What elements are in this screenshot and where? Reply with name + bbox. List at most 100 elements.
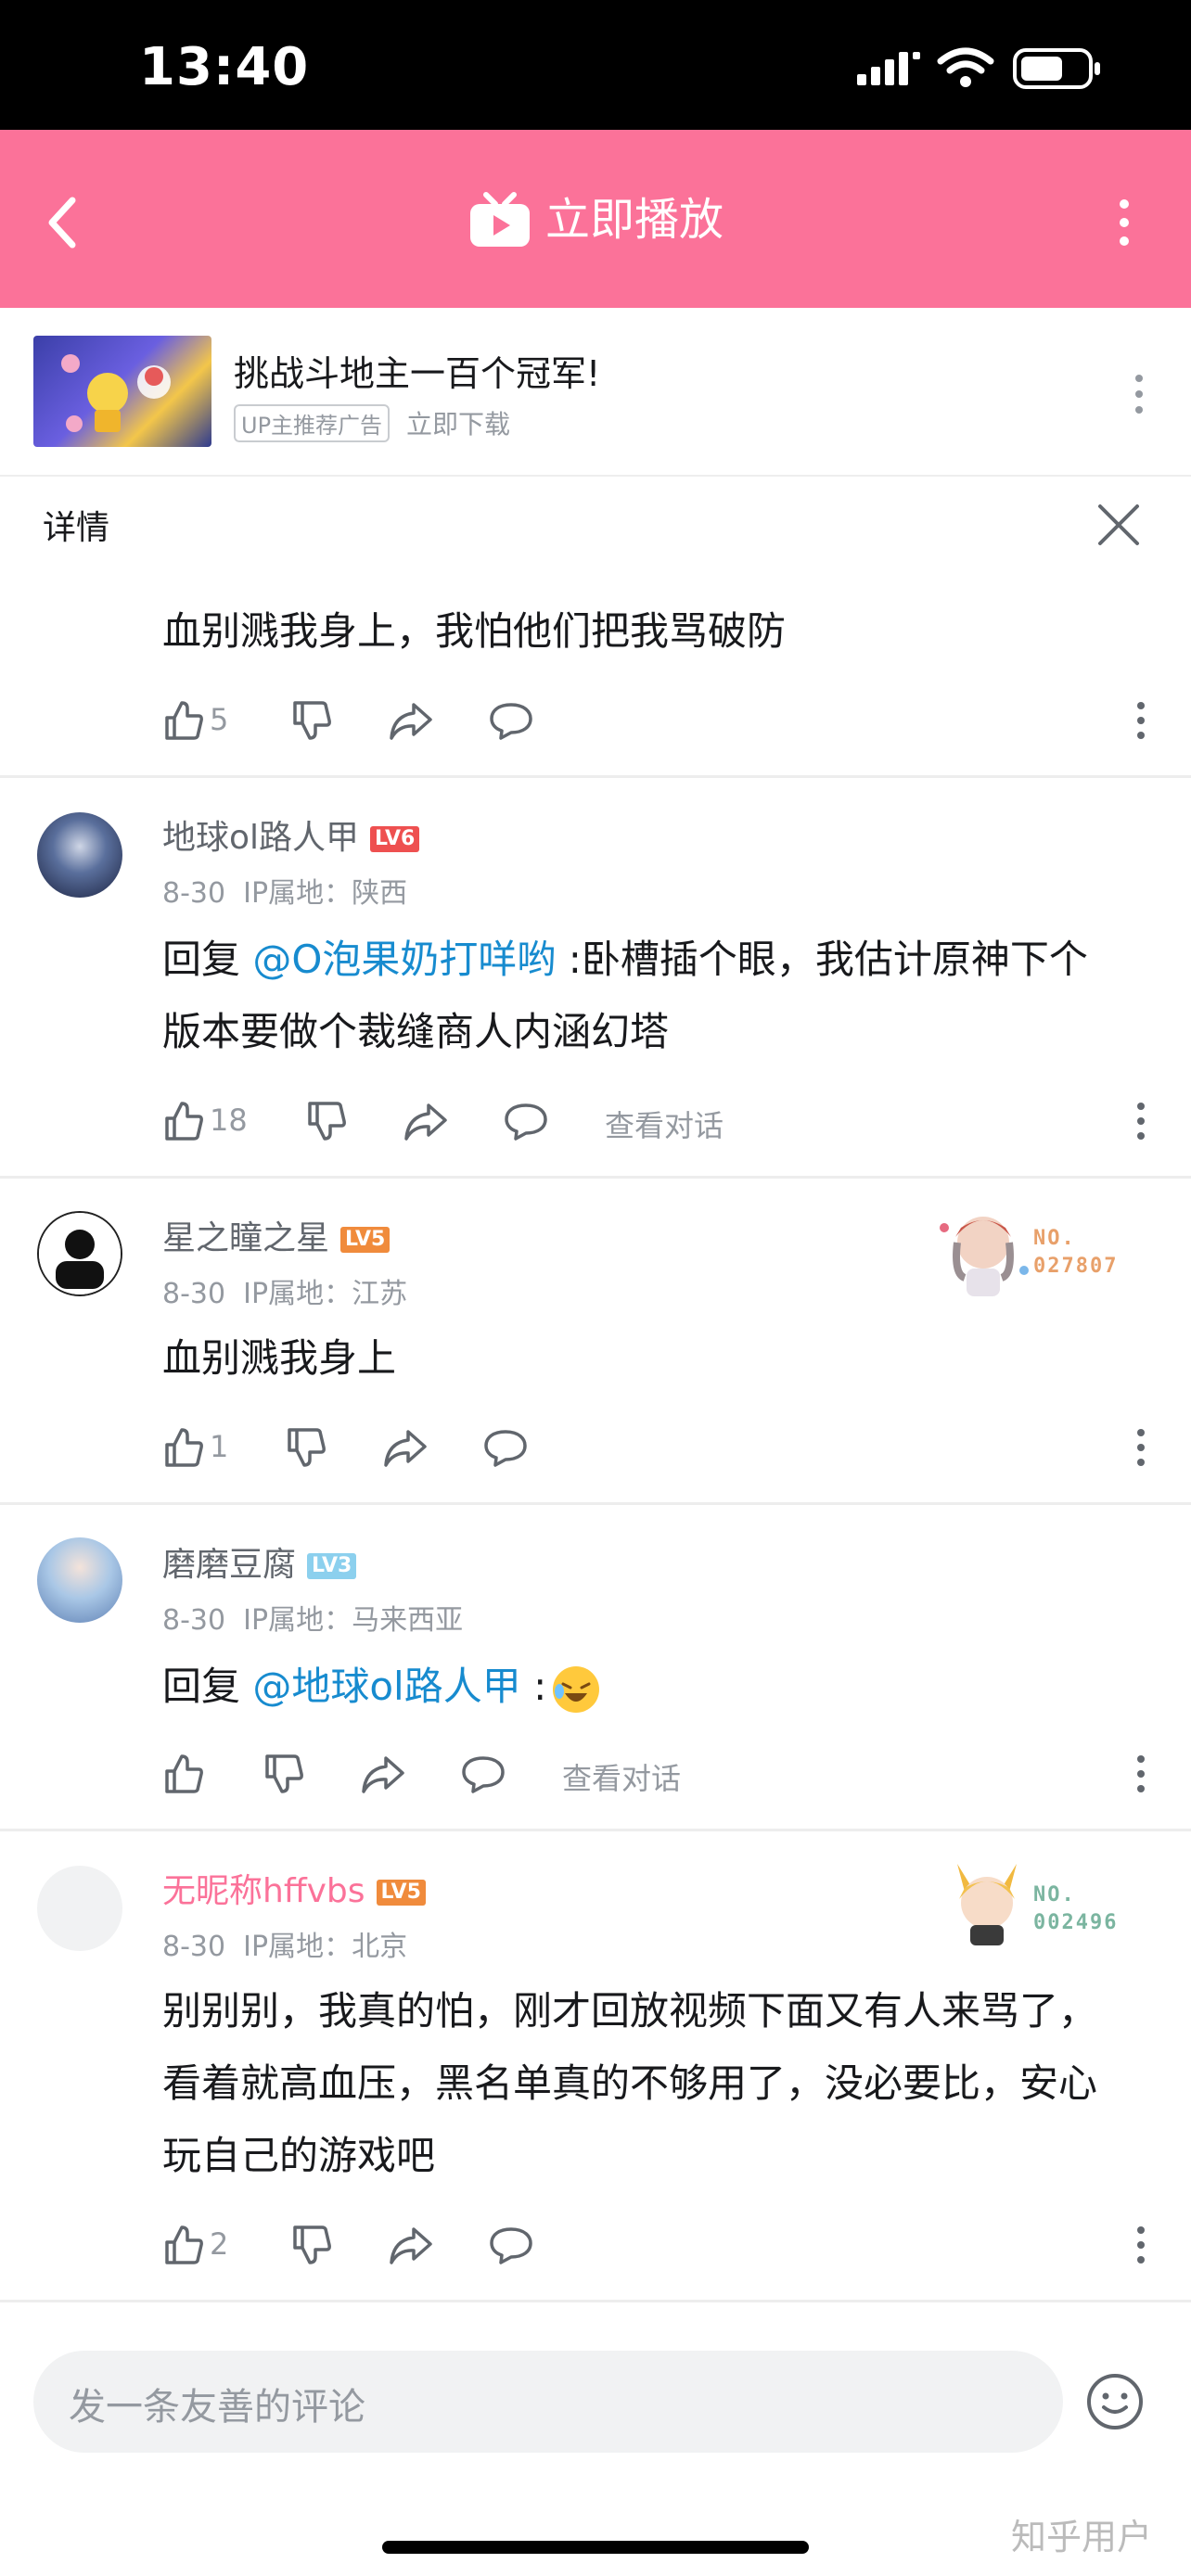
dislike-icon[interactable] [289,2224,332,2266]
avatar[interactable] [37,1211,122,1296]
comment-ip: IP属地：马来西亚 [243,1604,464,1637]
reply-prefix: 回复 [162,1664,253,1709]
dislike-icon[interactable] [284,1426,327,1469]
fan-badge: NO. 002496 [941,1855,1154,1957]
username[interactable]: 无昵称hffvbs LV5 [162,1864,426,1912]
home-indicator [382,2541,809,2554]
comment-actions: 5 [0,686,1191,751]
avatar[interactable] [37,1866,122,1951]
reply-icon[interactable] [503,1100,549,1142]
username-text: 地球ol路人甲 [162,819,360,857]
ad-thumbnail [33,336,211,447]
ad-download-link[interactable]: 立即下载 [406,404,510,441]
emoji-icon[interactable] [1085,2372,1145,2431]
dislike-icon[interactable] [304,1100,347,1142]
reply-icon[interactable] [460,1753,506,1795]
comment-date: 8-30 [162,1931,226,1963]
share-icon[interactable] [388,699,434,742]
divider [0,2300,1191,2302]
avatar[interactable] [37,812,122,898]
like-icon[interactable] [161,1426,204,1469]
tv-play-icon [469,192,530,247]
more-vertical-icon[interactable] [1133,1428,1148,1467]
comment-ip: IP属地：江苏 [243,1278,408,1310]
level-badge: LV5 [340,1227,391,1253]
view-conversation-link[interactable]: 查看对话 [605,1103,724,1145]
ad-banner[interactable]: 挑战斗地主一百个冠军! UP主推荐广告 立即下载 [0,308,1191,477]
reply-icon[interactable] [488,699,534,742]
comment-actions: 1 [0,1413,1191,1478]
status-time: 13:40 [139,37,310,97]
play-now-button[interactable]: 立即播放 [0,187,1191,249]
username-text: 无昵称hffvbs [162,1872,365,1910]
share-icon[interactable] [382,1426,429,1469]
comment-meta: 8-30 IP属地：江苏 [162,1270,407,1311]
comment-text: 血别溅我身上，我怕他们把我骂破防 [162,608,787,654]
cellular-signal-icon [857,52,920,85]
more-vertical-icon[interactable] [1113,197,1135,249]
comment-text: 血别溅我身上 [162,1335,397,1381]
reply-icon[interactable] [488,2224,534,2266]
more-vertical-icon[interactable] [1133,1102,1148,1141]
like-icon[interactable] [161,2224,204,2266]
comment-text: 回复 @地球ol路人甲 : [162,1651,1099,1723]
comment-date: 8-30 [162,877,226,910]
battery-icon [1013,48,1100,89]
ad-title: 挑战斗地主一百个冠军! [234,353,601,394]
like-icon[interactable] [161,1100,204,1142]
more-vertical-icon[interactable] [1132,373,1146,415]
comment-text: 别别别，我真的怕，刚才回放视频下面又有人来骂了，看着就高血压，黑名单真的不够用了… [162,1988,1098,2178]
like-count: 2 [210,2226,229,2262]
page-title: 立即播放 [544,194,724,246]
share-icon[interactable] [388,2224,434,2266]
anime-character-icon [957,1864,1017,1945]
divider [0,1176,1191,1179]
level-badge: LV5 [376,1880,426,1906]
status-bar: 13:40 [0,0,1191,130]
like-icon[interactable] [161,699,204,742]
laughing-emoji-icon [553,1665,600,1713]
divider [0,1829,1191,1831]
comment-actions: 18 查看对话 [0,1087,1191,1152]
view-conversation-link[interactable]: 查看对话 [562,1755,681,1798]
level-badge: LV3 [307,1553,357,1579]
comment-meta: 8-30 IP属地：马来西亚 [162,1597,463,1638]
comment-date: 8-30 [162,1604,226,1637]
comment-ip: IP属地：陕西 [243,877,408,910]
top-nav-bar: 立即播放 [0,130,1191,308]
like-count: 5 [210,702,229,737]
reply-prefix: 回复 [162,937,253,982]
username-text: 星之瞳之星 [162,1219,330,1257]
badge-number: 002496 [1033,1911,1119,1934]
details-label: 详情 [43,509,110,547]
comment-meta: 8-30 IP属地：北京 [162,1923,407,1964]
comment-ip: IP属地：北京 [243,1931,408,1963]
level-badge: LV6 [370,826,420,852]
wifi-icon [937,47,994,87]
reply-mention-link[interactable]: @O泡果奶打咩哟 [252,937,556,982]
dislike-icon[interactable] [289,699,332,742]
like-count: 18 [210,1103,248,1138]
share-icon[interactable] [403,1100,449,1142]
more-vertical-icon[interactable] [1133,1754,1148,1793]
username[interactable]: 磨磨豆腐 LV3 [162,1537,357,1586]
watermark: 知乎用户 [1011,2517,1153,2557]
game-art-image [61,354,171,432]
badge-no-label: NO. [1033,1883,1076,1906]
comment-input-placeholder: 发一条友善的评论 [69,2386,365,2429]
username[interactable]: 星之瞳之星 LV5 [162,1211,391,1259]
username[interactable]: 地球ol路人甲 LV6 [162,810,420,859]
reply-icon[interactable] [482,1426,529,1469]
reply-mention-link[interactable]: @地球ol路人甲 [252,1664,520,1709]
more-vertical-icon[interactable] [1133,701,1148,740]
comment-text: 回复 @O泡果奶打咩哟 :卧槽插个眼，我估计原神下个版本要做个裁缝商人内涵幻塔 [162,924,1099,1068]
avatar[interactable] [37,1537,122,1623]
more-vertical-icon[interactable] [1133,2225,1148,2264]
anime-character-icon [940,1217,1029,1296]
dislike-icon[interactable] [262,1753,304,1795]
like-icon[interactable] [161,1753,204,1795]
share-icon[interactable] [360,1753,406,1795]
like-count: 1 [210,1429,229,1464]
comment-date: 8-30 [162,1278,226,1310]
close-icon[interactable] [1096,503,1141,547]
